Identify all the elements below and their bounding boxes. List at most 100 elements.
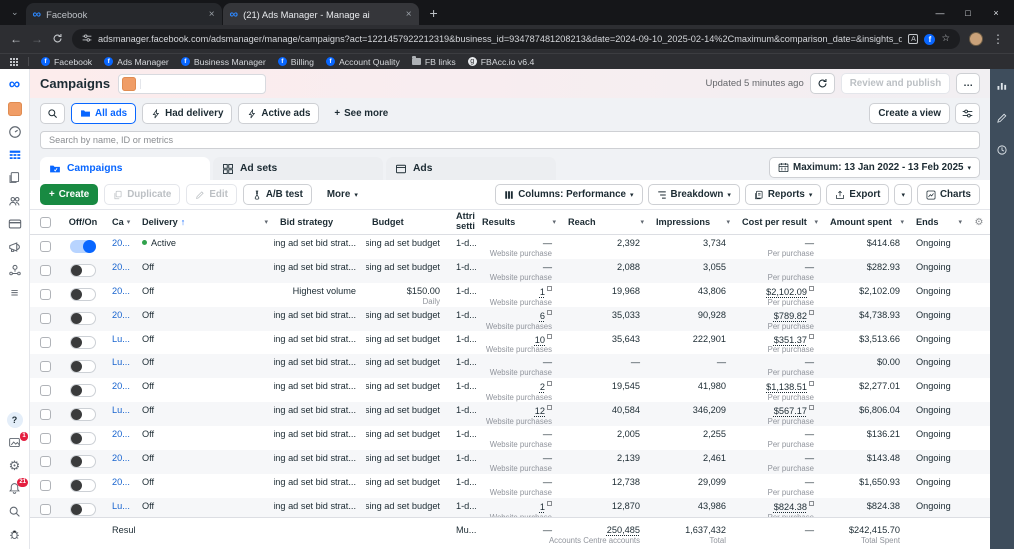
all-tools-menu-icon[interactable]: ≡ <box>0 281 29 304</box>
row-checkbox[interactable] <box>30 235 60 259</box>
results-cell[interactable]: 1Website purchase <box>476 283 562 307</box>
campaign-name-link[interactable]: 20... <box>106 426 136 450</box>
new-tab-button[interactable]: + <box>430 5 438 21</box>
header-attribution[interactable]: Attri setti <box>450 212 476 231</box>
results-cell[interactable]: 12 Website purchases <box>476 402 562 426</box>
tab-ad-sets[interactable]: Ad sets <box>213 157 383 180</box>
cost-per-result-cell[interactable]: $567.17 Per purchase <box>736 402 824 426</box>
row-checkbox[interactable] <box>30 450 60 474</box>
campaign-toggle[interactable] <box>60 307 106 331</box>
edit-pencil-icon[interactable] <box>996 111 1008 129</box>
campaign-row[interactable]: 20... Off Using ad set bid strat... Using a… <box>30 474 990 498</box>
address-bar[interactable]: adsmanager.facebook.com/adsmanager/manag… <box>72 29 960 49</box>
campaign-name-link[interactable]: 20... <box>106 235 136 259</box>
meta-logo[interactable]: ∞ <box>0 72 29 97</box>
row-checkbox[interactable] <box>30 402 60 426</box>
row-checkbox[interactable] <box>30 474 60 498</box>
media-library-icon[interactable]: 1 <box>0 431 29 454</box>
header-impressions[interactable]: Impressions ▾ <box>650 217 736 227</box>
browser-menu-icon[interactable]: ⋮ <box>992 33 1004 45</box>
bookmark-item[interactable]: f Billing <box>277 57 314 67</box>
row-checkbox[interactable] <box>30 354 60 378</box>
header-campaign[interactable]: Ca ▾ <box>106 217 136 227</box>
campaign-name-link[interactable]: 20... <box>106 378 136 402</box>
browser-tab-facebook[interactable]: ∞ Facebook × <box>25 3 222 25</box>
notifications-bell-icon[interactable]: 21 <box>0 477 29 500</box>
row-checkbox[interactable] <box>30 283 60 307</box>
campaign-toggle[interactable] <box>60 331 106 355</box>
campaign-row[interactable]: Lu... Off Using ad set bid strat... Using a… <box>30 354 990 379</box>
history-clock-icon[interactable] <box>996 143 1008 161</box>
bookmark-star-icon[interactable]: ☆ <box>941 34 950 44</box>
more-button[interactable]: More ▾ <box>318 184 367 205</box>
cost-per-result-cell[interactable]: $2,102.09 Per purchase <box>736 283 824 307</box>
results-cell[interactable]: 6 Website purchases <box>476 307 562 331</box>
column-settings-gear-icon[interactable]: ⚙ <box>968 217 990 228</box>
bookmark-item[interactable]: f Facebook <box>41 57 92 67</box>
edit-button[interactable]: Edit <box>186 184 237 205</box>
header-more-button[interactable]: … <box>956 73 980 94</box>
campaign-row[interactable]: 20... Off Using ad set bid strat... Using a… <box>30 306 990 331</box>
campaign-name-link[interactable]: 20... <box>106 259 136 283</box>
account-avatar[interactable] <box>0 97 29 120</box>
row-checkbox[interactable] <box>30 331 60 355</box>
results-cell[interactable]: 10 Website purchases <box>476 331 562 355</box>
campaign-toggle[interactable] <box>60 402 106 426</box>
window-close-button[interactable]: × <box>982 0 1010 25</box>
reports-button[interactable]: Reports ▾ <box>744 184 822 205</box>
apps-grid-icon[interactable] <box>10 57 18 66</box>
forward-icon[interactable]: → <box>31 33 43 45</box>
search-input[interactable] <box>40 131 980 149</box>
facebook-page-icon[interactable]: f <box>924 33 936 45</box>
tab-search-icon[interactable]: ⌄ <box>11 7 19 18</box>
ab-test-button[interactable]: A/B test <box>242 184 312 205</box>
breakdown-button[interactable]: Breakdown ▾ <box>647 184 740 205</box>
summary-reach[interactable]: 250,485 Accounts Centre accounts <box>549 522 650 549</box>
campaign-toggle[interactable] <box>60 378 106 402</box>
account-selector[interactable] <box>118 73 267 94</box>
partners-icon[interactable] <box>0 258 29 281</box>
campaign-row[interactable]: Lu... Off Using ad set bid strat... Using a… <box>30 497 990 517</box>
campaign-name-link[interactable]: Lu... <box>106 498 136 517</box>
tab-ads[interactable]: Ads <box>386 157 556 180</box>
campaigns-table-icon[interactable] <box>0 143 29 166</box>
charts-button[interactable]: Charts <box>916 184 980 205</box>
translate-icon[interactable]: A <box>908 34 919 44</box>
campaign-row[interactable]: 20... Off Using ad set bid strat... Using a… <box>30 450 990 474</box>
campaign-row[interactable]: Lu... Off Using ad set bid strat... Using a… <box>30 331 990 355</box>
campaign-row[interactable]: 20... Off Using ad set bid strat... Using a… <box>30 258 990 283</box>
browser-profile-avatar[interactable] <box>969 32 983 46</box>
header-bid-strategy[interactable]: Bid strategy <box>274 217 366 227</box>
campaign-toggle[interactable] <box>60 450 106 474</box>
cost-per-result-cell[interactable]: $824.38Per purchase <box>736 498 824 517</box>
results-cell[interactable]: 1Website purchase <box>476 498 562 517</box>
window-minimize-button[interactable]: — <box>926 0 954 25</box>
campaign-row[interactable]: 20... Off Highest volume $150.00 Daily 1-d...… <box>30 283 990 307</box>
insights-chart-icon[interactable] <box>996 79 1008 97</box>
campaign-name-link[interactable]: 20... <box>106 450 136 474</box>
columns-button[interactable]: Columns: Performance ▾ <box>495 184 643 205</box>
cost-per-result-cell[interactable]: $1,138.51 Per purchase <box>736 378 824 402</box>
header-cost-per-result[interactable]: Cost per result ▾ <box>736 217 824 227</box>
help-icon[interactable]: ? <box>0 408 29 431</box>
filter-active-ads[interactable]: Active ads <box>238 103 320 124</box>
header-delivery[interactable]: Delivery ↑ ▾ <box>136 217 274 227</box>
window-maximize-button[interactable]: □ <box>954 0 982 25</box>
cost-per-result-cell[interactable]: $351.37 Per purchase <box>736 331 824 355</box>
bookmark-item[interactable]: f Business Manager <box>180 57 266 67</box>
header-ends[interactable]: Ends ▾ <box>910 217 968 227</box>
campaign-toggle[interactable] <box>60 235 106 259</box>
campaign-name-link[interactable]: 20... <box>106 283 136 307</box>
row-checkbox[interactable] <box>30 307 60 331</box>
header-results[interactable]: Results ▾ <box>476 217 562 227</box>
header-select-all-checkbox[interactable] <box>30 216 60 228</box>
header-budget[interactable]: Budget <box>366 217 450 227</box>
tab-campaigns[interactable]: Campaigns <box>40 157 210 180</box>
filter-all-ads[interactable]: All ads <box>71 103 137 124</box>
tab-close-icon[interactable]: × <box>209 9 215 20</box>
site-info-icon[interactable] <box>82 33 92 46</box>
search-filter-button[interactable] <box>40 103 65 124</box>
settings-gear-icon[interactable]: ⚙ <box>0 454 29 477</box>
bookmark-item[interactable]: g FBAcc.io v6.4 <box>467 57 534 67</box>
review-and-publish-button[interactable]: Review and publish <box>840 73 951 94</box>
